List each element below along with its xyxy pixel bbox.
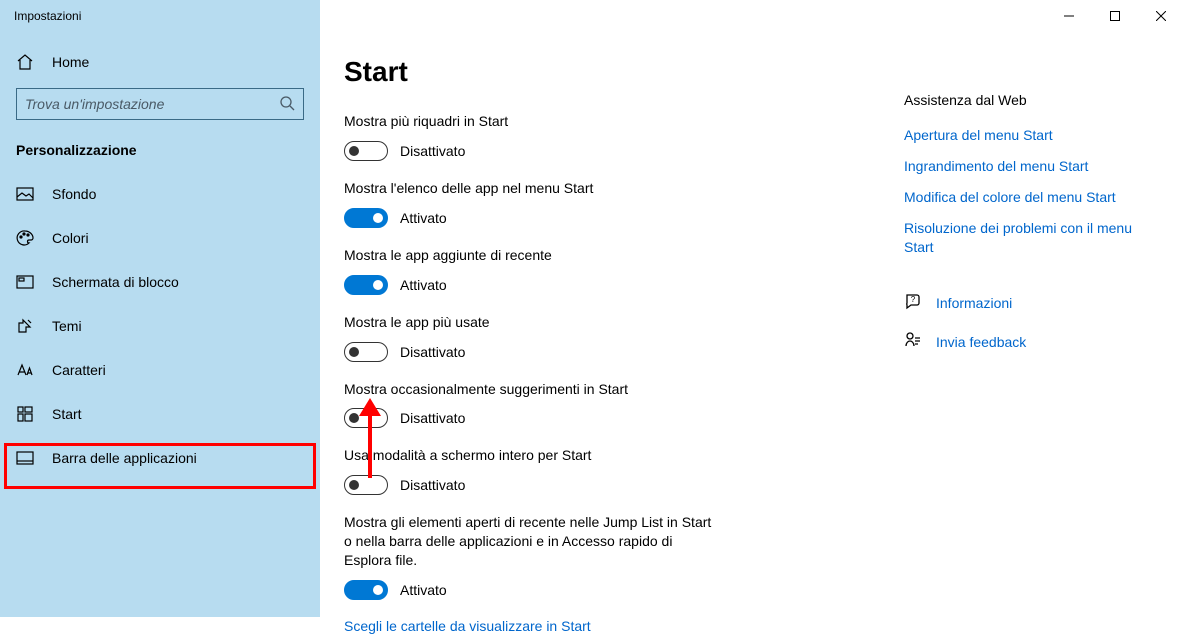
taskbar-icon [16, 449, 34, 467]
choose-folders-link[interactable]: Scegli le cartelle da visualizzare in St… [344, 618, 591, 634]
window-title: Impostazioni [14, 9, 81, 23]
setting-jumplist: Mostra gli elementi aperti di recente ne… [344, 513, 904, 600]
toggle[interactable] [344, 408, 388, 428]
aside: Assistenza dal Web Apertura del menu Sta… [904, 42, 1164, 617]
toggle[interactable] [344, 580, 388, 600]
setting-label: Mostra l'elenco delle app nel menu Start [344, 179, 904, 198]
home-label: Home [52, 54, 89, 70]
setting-label: Mostra occasionalmente suggerimenti in S… [344, 380, 904, 399]
help-link[interactable]: Informazioni [936, 295, 1012, 311]
sidebar-item-colori[interactable]: Colori [0, 216, 320, 260]
sidebar-item-start[interactable]: Start [0, 392, 320, 436]
toggle-status: Attivato [400, 582, 447, 598]
help-link-troubleshoot-start[interactable]: Risoluzione dei problemi con il menu Sta… [904, 219, 1154, 257]
lockscreen-icon [16, 273, 34, 291]
start-icon [16, 405, 34, 423]
toggle-status: Disattivato [400, 143, 465, 159]
aside-header: Assistenza dal Web [904, 92, 1154, 108]
page-title: Start [344, 56, 904, 88]
toggle-status: Disattivato [400, 344, 465, 360]
main-content: Start Mostra più riquadri in Start Disat… [320, 32, 1184, 617]
feedback-icon [904, 331, 922, 352]
setting-label: Mostra più riquadri in Start [344, 112, 904, 131]
toggle[interactable] [344, 342, 388, 362]
toggle[interactable] [344, 141, 388, 161]
palette-icon [16, 229, 34, 247]
minimize-button[interactable] [1046, 0, 1092, 32]
home-nav[interactable]: Home [0, 40, 320, 84]
help-link-enlarge-start[interactable]: Ingrandimento del menu Start [904, 157, 1154, 176]
setting-suggestions: Mostra occasionalmente suggerimenti in S… [344, 380, 904, 429]
setting-most-used: Mostra le app più usate Disattivato [344, 313, 904, 362]
sidebar-item-label: Schermata di blocco [52, 274, 179, 290]
sidebar-item-label: Start [52, 406, 82, 422]
setting-app-list: Mostra l'elenco delle app nel menu Start… [344, 179, 904, 228]
help-icon: ? [904, 292, 922, 313]
setting-label: Mostra le app aggiunte di recente [344, 246, 904, 265]
close-button[interactable] [1138, 0, 1184, 32]
sidebar-item-lockscreen[interactable]: Schermata di blocco [0, 260, 320, 304]
toggle-status: Disattivato [400, 410, 465, 426]
setting-fullscreen: Usa modalità a schermo intero per Start … [344, 446, 904, 495]
picture-icon [16, 185, 34, 203]
svg-text:?: ? [911, 295, 916, 304]
sidebar-item-label: Barra delle applicazioni [52, 450, 197, 466]
fonts-icon [16, 361, 34, 379]
maximize-button[interactable] [1092, 0, 1138, 32]
search-icon [279, 95, 295, 114]
setting-label: Usa modalità a schermo intero per Start [344, 446, 904, 465]
toggle[interactable] [344, 275, 388, 295]
section-header: Personalizzazione [0, 130, 320, 172]
sidebar-item-sfondo[interactable]: Sfondo [0, 172, 320, 216]
window-controls [1046, 0, 1184, 32]
themes-icon [16, 317, 34, 335]
home-icon [16, 53, 34, 71]
sidebar-item-caratteri[interactable]: Caratteri [0, 348, 320, 392]
sidebar-item-label: Caratteri [52, 362, 106, 378]
sidebar-item-label: Sfondo [52, 186, 96, 202]
help-link-open-start[interactable]: Apertura del menu Start [904, 126, 1154, 145]
toggle-status: Disattivato [400, 477, 465, 493]
sidebar-item-label: Colori [52, 230, 89, 246]
toggle[interactable] [344, 208, 388, 228]
toggle[interactable] [344, 475, 388, 495]
search-box[interactable] [16, 88, 304, 120]
titlebar: Impostazioni [0, 0, 1184, 32]
search-input[interactable] [25, 96, 279, 112]
feedback-link[interactable]: Invia feedback [936, 334, 1026, 350]
setting-label: Mostra gli elementi aperti di recente ne… [344, 513, 714, 570]
setting-recent-apps: Mostra le app aggiunte di recente Attiva… [344, 246, 904, 295]
setting-label: Mostra le app più usate [344, 313, 904, 332]
help-link-color-start[interactable]: Modifica del colore del menu Start [904, 188, 1154, 207]
sidebar: Home Personalizzazione Sfondo Colori [0, 32, 320, 617]
sidebar-item-taskbar[interactable]: Barra delle applicazioni [0, 436, 320, 480]
setting-more-tiles: Mostra più riquadri in Start Disattivato [344, 112, 904, 161]
toggle-status: Attivato [400, 277, 447, 293]
sidebar-item-label: Temi [52, 318, 82, 334]
toggle-status: Attivato [400, 210, 447, 226]
sidebar-item-temi[interactable]: Temi [0, 304, 320, 348]
